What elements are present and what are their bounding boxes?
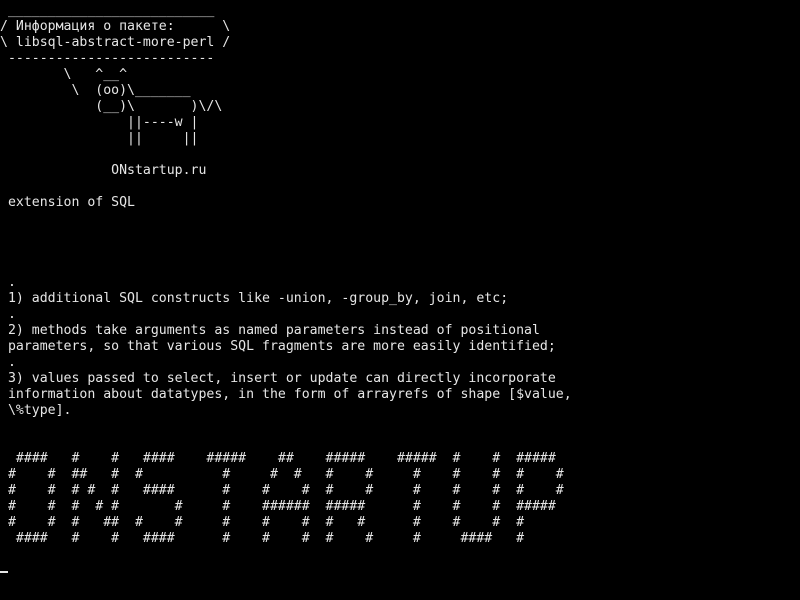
banner-bottom-border: --------------------------: [0, 51, 215, 66]
description-line: 3) values passed to select, insert or up…: [0, 371, 556, 386]
description-line: \%type].: [0, 403, 72, 418]
ascii-art-line: # # ## # # # # # # # # # # # #: [0, 467, 564, 482]
ascii-art-line: # # # # # #### # # # # # # # # # #: [0, 483, 564, 498]
banner-top-border: __________________________: [0, 3, 215, 18]
site-name: ONstartup.ru: [0, 163, 207, 178]
description-line: .: [0, 355, 16, 370]
cow-ascii-line: \ ^__^: [0, 67, 128, 82]
description-line: .: [0, 307, 16, 322]
text-cursor: [0, 571, 8, 573]
package-summary: extension of SQL: [0, 195, 135, 210]
description-line: .: [0, 275, 16, 290]
ascii-art-line: #### # # #### # # # # # # #### #: [0, 531, 525, 546]
ascii-art-line: #### # # #### ##### ## ##### ##### # # #…: [0, 451, 556, 466]
terminal-screen[interactable]: __________________________ / Информация …: [0, 0, 800, 600]
banner-package-line: \ libsql-abstract-more-perl /: [0, 35, 231, 50]
banner-title-line: / Информация о пакете: \: [0, 19, 231, 34]
description-line: 2) methods take arguments as named param…: [0, 323, 540, 338]
description-line: parameters, so that various SQL fragment…: [0, 339, 556, 354]
cow-ascii-line: || ||: [0, 131, 199, 146]
cow-ascii-line: \ (oo)\_______: [0, 83, 191, 98]
description-line: information about datatypes, in the form…: [0, 387, 572, 402]
cow-ascii-line: ||----w |: [0, 115, 199, 130]
description-line: 1) additional SQL constructs like -union…: [0, 291, 509, 306]
ascii-art-line: # # # ## # # # # # # # # # # #: [0, 515, 525, 530]
ascii-art-line: # # # # # # # ###### ##### # # # #####: [0, 499, 556, 514]
cow-ascii-line: (__)\ )\/\: [0, 99, 223, 114]
